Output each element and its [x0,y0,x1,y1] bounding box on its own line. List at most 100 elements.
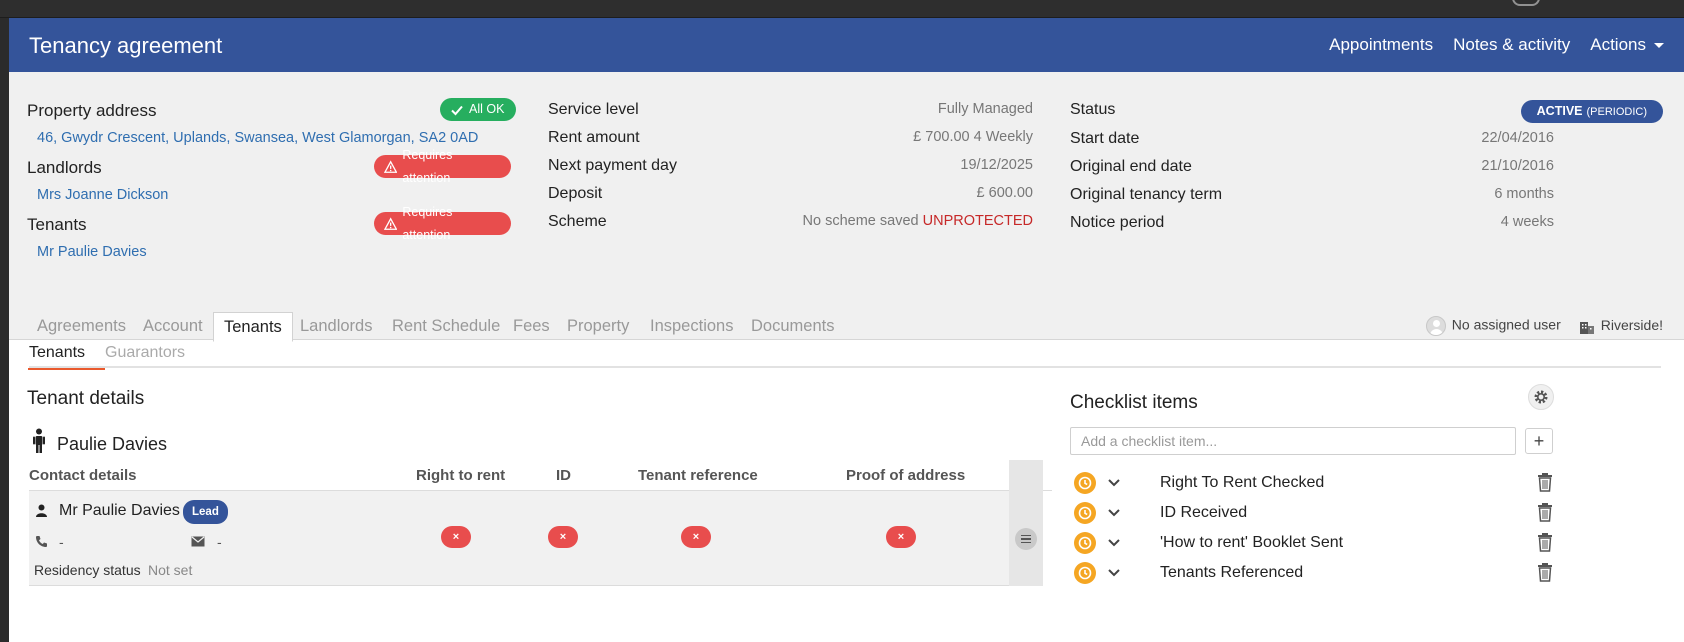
tenant-details-title: Tenant details [27,388,145,409]
residency-status-label: Residency status [34,562,141,578]
all-ok-badge[interactable]: All OK [440,98,517,121]
trash-icon[interactable] [1536,562,1554,582]
phone-value: - [59,534,64,550]
app-window: Tenancy agreement Appointments Notes & a… [9,18,1684,642]
next-payment-label: Next payment day [548,157,677,174]
tenancy-term-label: Original tenancy term [1070,186,1223,203]
building-icon [1579,321,1594,334]
user-icon [36,504,47,517]
col-right-to-rent: Right to rent [416,467,506,484]
tenant-table-header: Contact details Right to rent ID Tenant … [29,460,1052,491]
checklist-item-label: 'How to rent' Booklet Sent [1160,534,1344,551]
next-payment-value: 19/12/2025 [960,157,1033,173]
original-end-date-label: Original end date [1070,158,1192,175]
deposit-value: £ 600.00 [976,185,1033,201]
subtab-tenants[interactable]: Tenants [27,344,106,370]
caret-down-icon [1654,43,1664,49]
landlords-attention-label: Requires attention [402,147,453,185]
trash-icon[interactable] [1536,502,1554,522]
warning-icon [384,159,398,173]
status-sub: (PERIODIC) [1586,106,1648,118]
pending-clock-icon[interactable] [1074,562,1096,584]
chevron-down-icon[interactable] [1104,532,1124,554]
checklist-item: Tenants Referenced [1070,560,1556,590]
chevron-down-icon[interactable] [1104,472,1124,494]
residency-status-value: Not set [148,562,193,578]
tenant-person-name: Paulie Davies [57,434,168,454]
page-header: Tenancy agreement Appointments Notes & a… [9,18,1684,72]
checklist-item-label: ID Received [1160,504,1248,521]
assignment-info: No assigned user Riverside! [1425,316,1663,336]
service-level-label: Service level [548,101,639,118]
pending-clock-icon[interactable] [1074,532,1096,554]
pending-clock-icon[interactable] [1074,502,1096,524]
checklist-item: 'How to rent' Booklet Sent [1070,530,1556,560]
rent-amount-label: Rent amount [548,129,640,146]
landlords-label: Landlords [27,158,102,177]
trash-icon[interactable] [1536,532,1554,552]
appointments-link[interactable]: Appointments [1329,35,1433,55]
checklist-title: Checklist items [1070,392,1198,413]
tenants-attention-label: Requires attention [402,204,453,242]
envelope-icon [191,536,205,547]
actions-menu[interactable]: Actions [1590,35,1664,55]
menu-line-icon [1021,541,1031,544]
status-label: Status [1070,101,1116,118]
id-status[interactable]: × [548,526,578,548]
landlords-attention-badge[interactable]: Requires attention [374,148,511,185]
tenant-subtabs: Tenants Guarantors [27,336,1661,370]
actions-label: Actions [1590,35,1646,54]
tenant-link[interactable]: Mr Paulie Davies [37,244,147,260]
avatar [1425,316,1446,336]
subtab-guarantors[interactable]: Guarantors [105,344,185,362]
person-icon [33,428,45,453]
landlord-link[interactable]: Mrs Joanne Dickson [37,187,168,203]
checklist-item-input[interactable] [1070,427,1516,455]
branch-label: Riverside! [1600,317,1663,334]
gear-icon [1534,390,1548,404]
all-ok-label: All OK [469,102,505,116]
col-tenant-reference: Tenant reference [638,467,758,484]
tenants-attention-badge[interactable]: Requires attention [374,205,511,242]
checklist-item: Right To Rent Checked [1070,470,1556,500]
proof-of-address-status[interactable]: × [886,526,916,548]
tenancy-summary: Property address All OK 46, Gwydr Cresce… [9,72,1684,342]
tenant-full-name: Mr Paulie Davies [59,502,180,519]
col-contact-details: Contact details [29,467,137,484]
row-menu-button[interactable] [1015,528,1037,550]
notice-period-value: 4 weeks [1500,214,1554,230]
warning-icon [384,216,398,230]
unprotected-flag: UNPROTECTED [922,213,1033,229]
menu-line-icon [1021,538,1031,540]
tenants-label: Tenants [27,215,87,234]
original-end-date-value: 21/10/2016 [1481,158,1554,174]
window-top-strip [0,0,1684,18]
col-proof-of-address: Proof of address [846,467,966,484]
property-address-label: Property address [27,101,157,120]
checklist-item: ID Received [1070,500,1556,530]
scheme-value: No scheme saved UNPROTECTED [789,213,1033,229]
pending-clock-icon[interactable] [1074,472,1096,494]
tenant-reference-status[interactable]: × [681,526,711,548]
tenancy-term-value: 6 months [1494,186,1554,202]
chevron-down-icon[interactable] [1104,502,1124,524]
checklist-settings-button[interactable] [1528,384,1554,410]
table-action-column [1009,460,1043,586]
checklist-item-label: Tenants Referenced [1160,564,1304,581]
start-date-value: 22/04/2016 [1481,130,1554,146]
status-badge: ACTIVE (PERIODIC) [1520,100,1663,123]
chevron-down-icon[interactable] [1104,562,1124,584]
assigned-user[interactable]: No assigned user [1425,316,1561,336]
branch[interactable]: Riverside! [1579,317,1663,334]
notice-period-label: Notice period [1070,214,1165,231]
checklist-item-label: Right To Rent Checked [1160,474,1325,491]
table-row: Mr Paulie Davies Lead - - Residency stat… [29,491,1009,586]
trash-icon[interactable] [1536,472,1554,492]
assigned-user-label: No assigned user [1451,316,1561,333]
status-value: ACTIVE [1536,104,1583,118]
add-checklist-item-button[interactable]: + [1525,428,1553,454]
notes-activity-link[interactable]: Notes & activity [1453,35,1570,55]
page-title: Tenancy agreement [29,33,223,58]
scheme-text: No scheme saved [802,213,919,229]
right-to-rent-status[interactable]: × [441,526,471,548]
